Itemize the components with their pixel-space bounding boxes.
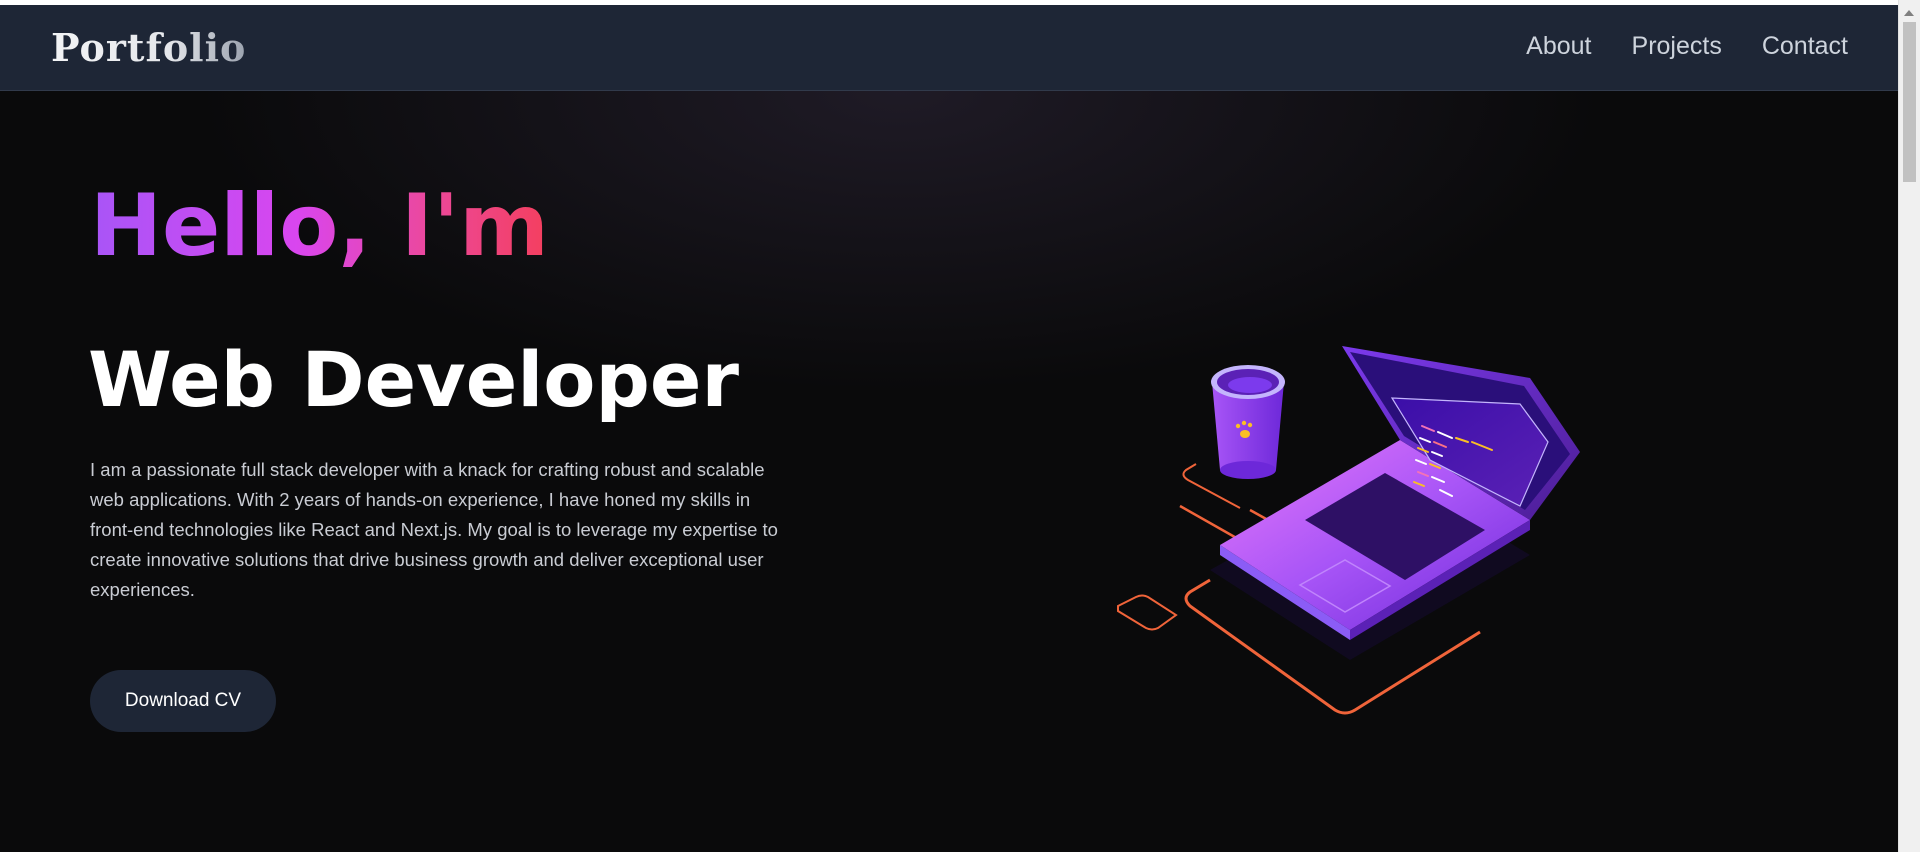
page-scrollbar[interactable] (1898, 0, 1920, 852)
hero-bio: I am a passionate full stack developer w… (90, 459, 778, 600)
navbar: Portfolio About Projects Contact (0, 5, 1898, 91)
logo[interactable]: Portfolio (51, 25, 246, 70)
nav-link-contact[interactable]: Contact (1762, 32, 1848, 61)
hero-greeting: Hello, I'm (90, 176, 549, 276)
scroll-up-arrow-icon[interactable] (1904, 10, 1914, 16)
scroll-thumb[interactable] (1903, 22, 1916, 182)
nav-links: About Projects Contact (1526, 32, 1848, 61)
hero-role: Web Developer (88, 335, 739, 424)
laptop-coffee-illustration (1117, 346, 1580, 715)
nav-link-about[interactable]: About (1526, 32, 1591, 61)
download-cv-button[interactable]: Download CV (90, 670, 276, 732)
nav-link-projects[interactable]: Projects (1632, 32, 1722, 61)
